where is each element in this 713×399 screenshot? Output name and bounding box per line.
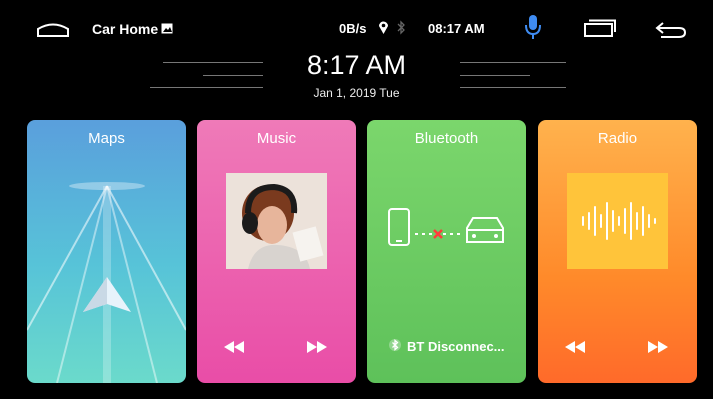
back-arrow-icon[interactable] — [655, 20, 687, 38]
album-art — [226, 173, 327, 269]
music-title: Music — [256, 130, 297, 147]
sound-wave-icon — [582, 202, 656, 240]
road-illustration — [27, 182, 186, 383]
bluetooth-icon — [389, 338, 401, 355]
status-time: 08:17 AM — [428, 21, 485, 36]
microphone-icon[interactable] — [524, 14, 542, 40]
bluetooth-card[interactable]: Bluetooth BT Disconnec... — [367, 120, 526, 383]
bluetooth-icon — [396, 20, 406, 35]
clock-widget: 8:17 AM Jan 1, 2019 Tue — [0, 48, 713, 108]
status-bar: Car Home 0B/s 08:17 AM — [0, 0, 713, 50]
clock-date: Jan 1, 2019 Tue — [313, 86, 400, 100]
music-card[interactable]: Music — [197, 120, 356, 383]
radio-artwork — [567, 173, 668, 269]
radio-card[interactable]: Radio — [538, 120, 697, 383]
location-pin-icon — [378, 20, 389, 35]
home-icon[interactable] — [36, 20, 70, 38]
bt-status-label: BT Disconnec... — [407, 339, 505, 354]
image-icon — [161, 21, 173, 37]
bluetooth-title: Bluetooth — [414, 130, 479, 147]
maps-card[interactable]: Maps — [27, 120, 186, 383]
previous-track-button[interactable] — [221, 339, 247, 355]
navigation-arrow-icon — [81, 275, 133, 320]
radio-title: Radio — [597, 130, 638, 147]
next-track-button[interactable] — [304, 339, 330, 355]
clock-time: 8:17 AM — [306, 50, 407, 80]
phone-car-connection-icon — [387, 208, 507, 253]
bt-status: BT Disconnec... — [389, 338, 505, 355]
next-station-button[interactable] — [645, 339, 671, 355]
network-speed: 0B/s — [339, 21, 367, 36]
recent-apps-icon[interactable] — [583, 19, 617, 37]
previous-station-button[interactable] — [562, 339, 588, 355]
app-title: Car Home — [92, 21, 159, 37]
